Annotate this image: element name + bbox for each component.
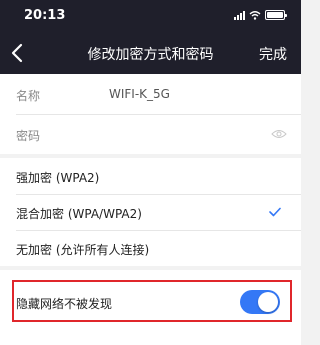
name-value[interactable]: WIFI-K_5G (109, 87, 170, 101)
encryption-options-card: 强加密 (WPA2) 混合加密 (WPA/WPA2) 无加密 (允许所有人连接) (0, 158, 301, 266)
status-bar: 20:13 (0, 0, 301, 32)
encryption-option-wpa2[interactable]: 强加密 (WPA2) (0, 158, 301, 194)
name-row: 名称 WIFI-K_5G (0, 74, 301, 114)
password-row: 密码 (0, 114, 301, 154)
eye-icon[interactable] (271, 129, 287, 139)
checkmark-icon (269, 207, 281, 217)
status-time: 20:13 (24, 8, 66, 23)
name-label: 名称 (16, 89, 41, 103)
credentials-card: 名称 WIFI-K_5G 密码 (0, 74, 301, 154)
done-button[interactable]: 完成 (259, 44, 287, 64)
cellular-signal-icon (234, 10, 245, 20)
wifi-icon (249, 11, 261, 20)
option-label: 强加密 (WPA2) (16, 171, 100, 185)
hide-network-toggle[interactable] (240, 290, 280, 314)
encryption-option-wpa-wpa2[interactable]: 混合加密 (WPA/WPA2) (0, 194, 301, 230)
option-label: 无加密 (允许所有人连接) (16, 243, 150, 257)
toggle-knob (258, 292, 278, 312)
encryption-option-none[interactable]: 无加密 (允许所有人连接) (0, 230, 301, 266)
password-label: 密码 (16, 129, 41, 143)
navigation-bar: 修改加密方式和密码 完成 (0, 32, 301, 74)
battery-icon (265, 10, 287, 20)
option-label: 混合加密 (WPA/WPA2) (16, 207, 142, 221)
page-title: 修改加密方式和密码 (87, 47, 214, 63)
status-icons (234, 10, 287, 20)
hide-network-label: 隐藏网络不被发现 (16, 297, 113, 311)
